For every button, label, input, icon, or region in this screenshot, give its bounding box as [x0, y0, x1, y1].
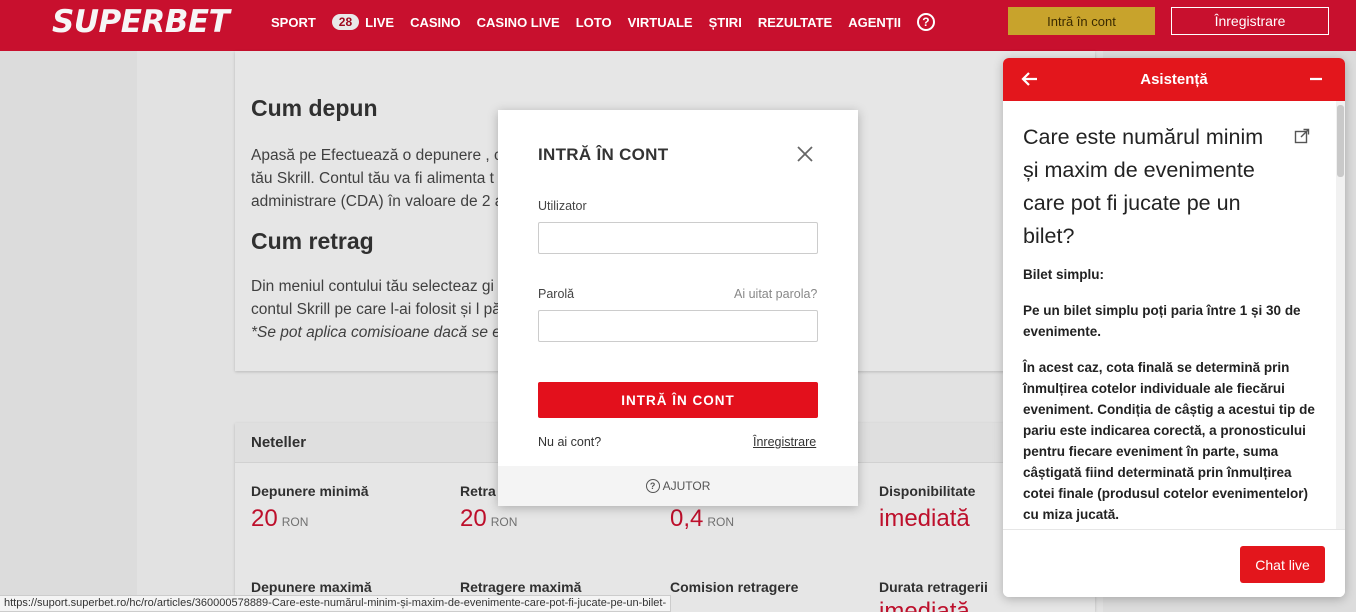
chat-live-button[interactable]: Chat live: [1240, 546, 1325, 583]
main-nav: SPORT 28 LIVE CASINO CASINO LIVE LOTO VI…: [271, 13, 935, 31]
minimize-icon[interactable]: [1309, 70, 1323, 88]
article-question: Care este numărul minim și maxim de even…: [1023, 125, 1264, 248]
superbet-logo[interactable]: SUPERBET: [52, 4, 230, 40]
scrollbar-thumb[interactable]: [1337, 105, 1344, 177]
header-login-button[interactable]: Intră în cont: [1008, 7, 1155, 35]
help-footer[interactable]: ? AJUTOR: [498, 466, 858, 506]
widget-header: Asistență: [1003, 58, 1345, 101]
external-link-icon[interactable]: [1294, 128, 1310, 144]
nav-rezultate[interactable]: REZULTATE: [758, 15, 832, 30]
nav-casino-live[interactable]: CASINO LIVE: [477, 15, 560, 30]
article-paragraph: Pe un bilet simplu poți paria între 1 și…: [1023, 303, 1301, 339]
article-paragraph: În acest caz, cota finală se determină p…: [1023, 360, 1315, 522]
top-navigation-bar: SUPERBET SPORT 28 LIVE CASINO CASINO LIV…: [0, 0, 1356, 51]
username-label: Utilizator: [538, 199, 587, 213]
nav-stiri[interactable]: ȘTIRI: [709, 15, 742, 30]
widget-article: Care este numărul minim și maxim de even…: [1003, 101, 1345, 529]
widget-footer: Chat live: [1003, 529, 1345, 597]
help-icon[interactable]: ?: [916, 13, 935, 31]
forgot-password-link[interactable]: Ai uitat parola?: [734, 287, 817, 301]
password-label: Parolă: [538, 287, 575, 301]
question-icon: ?: [645, 479, 660, 493]
help-label: AJUTOR: [662, 479, 711, 493]
no-account-text: Nu ai cont?: [538, 435, 602, 449]
login-submit-button[interactable]: INTRĂ ÎN CONT: [538, 382, 818, 418]
register-link[interactable]: Înregistrare: [753, 435, 816, 449]
support-widget: Asistență Care este numărul minim și max…: [1003, 58, 1345, 597]
header-register-button[interactable]: Înregistrare: [1171, 7, 1329, 35]
status-bar-url: https://suport.superbet.ro/hc/ro/article…: [0, 595, 672, 612]
nav-virtuale[interactable]: VIRTUALE: [628, 15, 693, 30]
nav-agentii[interactable]: AGENȚII: [848, 15, 901, 30]
modal-title: INTRĂ ÎN CONT: [538, 145, 669, 164]
nav-casino[interactable]: CASINO: [410, 15, 461, 30]
close-icon[interactable]: [795, 144, 815, 164]
nav-live[interactable]: LIVE: [365, 15, 394, 30]
password-input[interactable]: [538, 310, 818, 342]
username-input[interactable]: [538, 222, 818, 254]
live-count-badge[interactable]: 28: [331, 14, 360, 30]
widget-title: Asistență: [1140, 71, 1208, 88]
article-paragraph: Bilet simplu:: [1023, 267, 1105, 282]
nav-sport[interactable]: SPORT: [271, 15, 316, 30]
widget-scrollbar[interactable]: [1336, 101, 1345, 529]
nav-loto[interactable]: LOTO: [576, 15, 612, 30]
login-modal: INTRĂ ÎN CONT Utilizator Parolă Ai uitat…: [498, 110, 858, 506]
